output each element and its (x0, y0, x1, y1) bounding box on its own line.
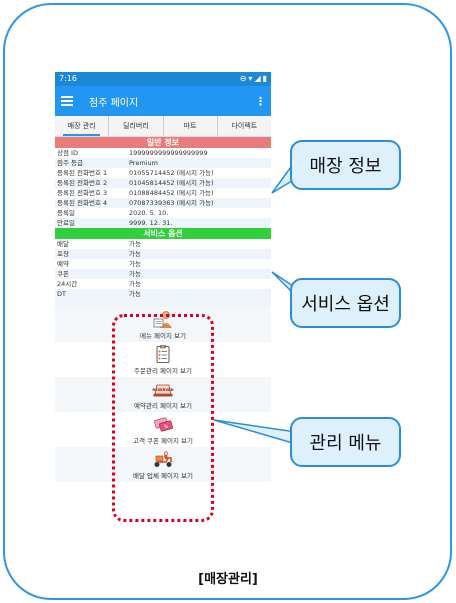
info-label: 등록된 전화번호 4 (57, 199, 108, 207)
service-row-delivery: 배달 가능 (55, 239, 271, 249)
general-info-header: 일반 정보 (55, 137, 271, 148)
service-label: 24시간 (57, 280, 78, 288)
management-menu-highlight (112, 314, 214, 522)
menu-top-band (55, 299, 271, 307)
info-label: 등록된 전화번호 3 (57, 189, 108, 197)
callout-store-info: 매장 정보 (290, 140, 401, 190)
info-value: 01045814452 (메시지 가능) (129, 179, 214, 187)
service-row-reservation: 예약 가능 (55, 259, 271, 269)
info-row-phone-4: 등록된 전화번호 4 07087339363 (메시지 가능) (55, 198, 271, 208)
info-row-phone-3: 등록된 전화번호 3 01088484452 (메시지 가능) (55, 188, 271, 198)
info-value: 01088484452 (메시지 가능) (129, 189, 214, 197)
status-bar: 7:16 ⊖ ▾ ◢ ▮ (55, 72, 271, 86)
service-label: 배달 (57, 240, 69, 248)
service-row-takeout: 포장 가능 (55, 249, 271, 259)
service-row-coupon: 쿠폰 가능 (55, 269, 271, 279)
page-title: 점주 페이지 (89, 97, 139, 109)
service-value: 가능 (129, 270, 141, 278)
info-value: 9999. 12. 31. (129, 219, 173, 227)
wifi-icon: ▾ (248, 74, 253, 83)
hamburger-menu-icon[interactable] (61, 94, 73, 109)
info-row-store-id: 상점 ID 1999999999999999999 (55, 148, 271, 158)
info-label: 등록된 전화번호 1 (57, 169, 108, 177)
info-row-phone-2: 등록된 전화번호 2 01045814452 (메시지 가능) (55, 178, 271, 188)
info-label: 점주 등급 (57, 159, 83, 167)
info-value: 2020. 5. 10. (129, 209, 169, 217)
info-label: 등록된 전화번호 2 (57, 179, 108, 187)
callout-service-options: 서비스 옵션 (290, 278, 401, 328)
info-label: 등록일 (57, 209, 75, 217)
signal-icon: ◢ (254, 74, 261, 83)
battery-icon: ▮ (262, 74, 267, 83)
info-label: 만료일 (57, 219, 75, 227)
service-value: 가능 (129, 290, 141, 298)
service-row-dt: DT 가능 (55, 289, 271, 299)
app-bar: 점주 페이지 ⋮ (55, 86, 271, 116)
more-options-icon[interactable]: ⋮ (255, 95, 266, 108)
info-row-expiry: 만료일 9999. 12. 31. (55, 218, 271, 228)
info-label: 상점 ID (57, 149, 78, 157)
service-options-header: 서비스 옵션 (55, 228, 271, 239)
tab-mart[interactable]: 마트 (162, 116, 217, 136)
info-value: Premium (129, 159, 158, 167)
service-value: 가능 (129, 250, 141, 258)
service-value: 가능 (129, 240, 141, 248)
status-time: 7:16 (59, 74, 77, 83)
info-row-phone-1: 등록된 전화번호 1 01055714452 (메시지 가능) (55, 168, 271, 178)
service-row-24h: 24시간 가능 (55, 279, 271, 289)
callout-management-menu: 관리 메뉴 (290, 417, 401, 467)
figure-caption: [매장관리] (198, 572, 258, 587)
alarm-icon: ⊖ (239, 74, 247, 83)
status-icons: ⊖ ▾ ◢ ▮ (240, 72, 267, 86)
info-value: 1999999999999999999 (129, 149, 208, 157)
service-label: 쿠폰 (57, 270, 69, 278)
tab-delivery[interactable]: 딜리버리 (108, 116, 162, 136)
service-label: 포장 (57, 250, 69, 258)
info-value: 01055714452 (메시지 가능) (129, 169, 214, 177)
service-value: 가능 (129, 260, 141, 268)
info-value: 07087339363 (메시지 가능) (129, 199, 214, 207)
info-row-registered: 등록일 2020. 5. 10. (55, 208, 271, 218)
tab-bar: 매장 관리 딜리버리 마트 다이렉트 (55, 116, 271, 137)
tab-direct[interactable]: 다이렉트 (216, 116, 271, 136)
service-label: DT (57, 290, 66, 298)
service-value: 가능 (129, 280, 141, 288)
info-row-grade: 점주 등급 Premium (55, 158, 271, 168)
general-info-list: 상점 ID 1999999999999999999 점주 등급 Premium 등록… (55, 148, 271, 228)
service-label: 예약 (57, 260, 69, 268)
service-options-list: 배달 가능 포장 가능 예약 가능 쿠폰 가능 24시간 가능 DT 가능 (55, 239, 271, 299)
tab-store-management[interactable]: 매장 관리 (55, 116, 108, 136)
